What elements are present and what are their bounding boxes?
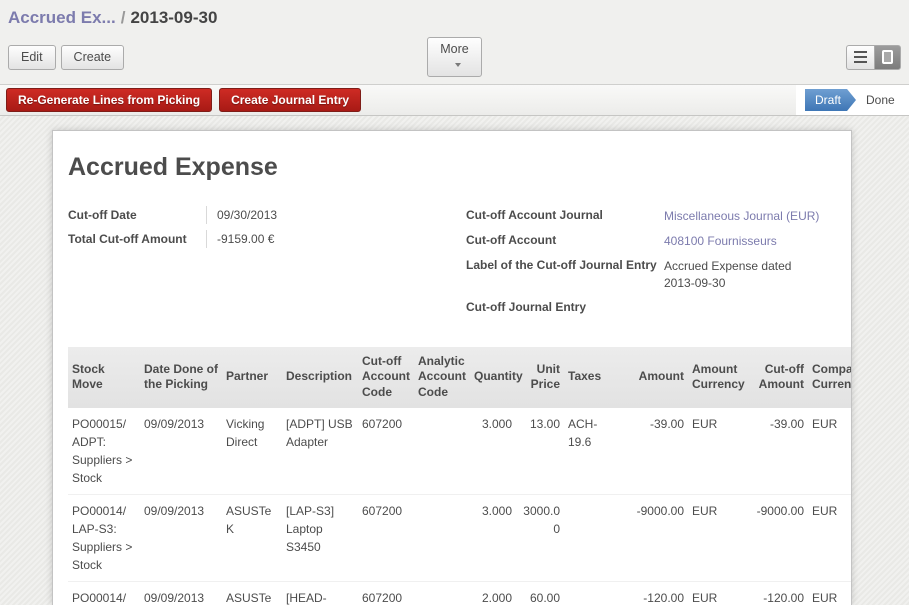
cell-date-done[interactable]: 09/09/2013: [140, 408, 222, 495]
cell-analytic-account-code[interactable]: [414, 494, 470, 581]
cell-cutoff-account-code[interactable]: 607200: [358, 408, 414, 495]
cell-unit-price[interactable]: 13.00: [516, 408, 564, 495]
cell-partner[interactable]: ASUSTeK: [222, 494, 282, 581]
cell-amount-currency[interactable]: EUR: [688, 408, 746, 495]
cutoff-account-link[interactable]: 408100 Fournisseurs: [664, 231, 824, 249]
cell-amount-currency[interactable]: EUR: [688, 494, 746, 581]
status-draft[interactable]: Draft: [805, 89, 856, 111]
cell-partner[interactable]: Vicking Direct: [222, 408, 282, 495]
cell-amount[interactable]: -120.00: [620, 581, 688, 605]
column-header-taxes: Taxes: [564, 347, 620, 408]
field-group-left: Cut-off Date 09/30/2013 Total Cut-off Am…: [68, 206, 466, 323]
table-header-row: Stock Move Date Done of the Picking Part…: [68, 347, 852, 408]
column-header-cutoff-account-code: Cut-off Account Code: [358, 347, 414, 408]
column-header-stock-move: Stock Move: [68, 347, 140, 408]
journal-entry-label-label: Label of the Cut-off Journal Entry: [466, 256, 664, 290]
cell-taxes[interactable]: [564, 581, 620, 605]
table-row: PO00014/​LAP-S3: Suppliers > Stock 09/09…: [68, 494, 852, 581]
column-header-date-done: Date Done of the Picking: [140, 347, 222, 408]
journal-entry-label-value: Accrued Expense dated 2013-09-30: [664, 256, 824, 290]
toolbar: Edit Create More: [0, 32, 909, 84]
column-header-description: Description: [282, 347, 358, 408]
cutoff-date-value: 09/30/2013: [206, 206, 277, 224]
cell-company-currency[interactable]: EUR: [808, 581, 852, 605]
column-header-company-currency: Company Currency: [808, 347, 852, 408]
cell-description[interactable]: [LAP-S3] Laptop S3450: [282, 494, 358, 581]
form-view-icon: [882, 50, 893, 64]
cell-cutoff-amount[interactable]: -9000.00: [746, 494, 808, 581]
list-view-icon: [854, 51, 867, 63]
cell-amount[interactable]: -39.00: [620, 408, 688, 495]
cell-cutoff-amount[interactable]: -39.00: [746, 408, 808, 495]
create-journal-entry-button[interactable]: Create Journal Entry: [219, 88, 361, 112]
cell-amount-currency[interactable]: EUR: [688, 581, 746, 605]
cell-analytic-account-code[interactable]: [414, 408, 470, 495]
cell-quantity[interactable]: 3.000: [470, 408, 516, 495]
cell-unit-price[interactable]: 3000.00: [516, 494, 564, 581]
column-header-amount: Amount: [620, 347, 688, 408]
cell-taxes[interactable]: [564, 494, 620, 581]
cell-taxes[interactable]: ACH-19.6: [564, 408, 620, 495]
breadcrumb: Accrued Ex... /2013-09-30: [0, 0, 909, 32]
cell-quantity[interactable]: 2.000: [470, 581, 516, 605]
table-row: PO00015/​ADPT: Suppliers > Stock 09/09/2…: [68, 408, 852, 495]
form-sheet: Accrued Expense Cut-off Date 09/30/2013 …: [52, 130, 852, 605]
cell-unit-price[interactable]: 60.00: [516, 581, 564, 605]
total-cutoff-amount-label: Total Cut-off Amount: [68, 230, 206, 248]
form-view-button[interactable]: [874, 45, 901, 70]
cutoff-account-label: Cut-off Account: [466, 231, 664, 249]
cell-date-done[interactable]: 09/09/2013: [140, 581, 222, 605]
form-header-bar: Re-Generate Lines from Picking Create Jo…: [0, 84, 909, 116]
table-row: PO00014/​HEAD-USB: Suppliers > Stock 09/…: [68, 581, 852, 605]
more-button-label: More: [440, 42, 468, 56]
cell-date-done[interactable]: 09/09/2013: [140, 494, 222, 581]
column-header-quantity: Quantity: [470, 347, 516, 408]
field-group-right: Cut-off Account Journal Miscellaneous Jo…: [466, 206, 846, 323]
cell-cutoff-account-code[interactable]: 607200: [358, 494, 414, 581]
cell-partner[interactable]: ASUSTeK: [222, 581, 282, 605]
chevron-down-icon: [455, 63, 461, 67]
cutoff-journal-entry-label: Cut-off Journal Entry: [466, 298, 664, 316]
create-button[interactable]: Create: [61, 45, 125, 70]
toolbar-left: Edit Create: [8, 45, 427, 70]
column-header-cutoff-amount: Cut-off Amount: [746, 347, 808, 408]
cutoff-account-journal-link[interactable]: Miscellaneous Journal (EUR): [664, 206, 824, 224]
cell-description[interactable]: [ADPT] USB Adapter: [282, 408, 358, 495]
cutoff-account-journal-label: Cut-off Account Journal: [466, 206, 664, 224]
cell-stock-move[interactable]: PO00014/​HEAD-USB: Suppliers > Stock: [68, 581, 140, 605]
cell-stock-move[interactable]: PO00015/​ADPT: Suppliers > Stock: [68, 408, 140, 495]
breadcrumb-parent-link[interactable]: Accrued Ex...: [8, 8, 116, 27]
more-button[interactable]: More: [427, 37, 481, 77]
cutoff-date-label: Cut-off Date: [68, 206, 206, 224]
field-groups: Cut-off Date 09/30/2013 Total Cut-off Am…: [68, 206, 851, 323]
breadcrumb-separator: /: [121, 8, 126, 27]
column-header-analytic-account-code: Analytic Account Code: [414, 347, 470, 408]
toolbar-right: [482, 45, 901, 70]
toolbar-center: More: [427, 37, 481, 77]
cell-description[interactable]: [HEAD-USB] Headset USB: [282, 581, 358, 605]
cell-company-currency[interactable]: EUR: [808, 408, 852, 495]
cutoff-journal-entry-value: [664, 298, 824, 316]
view-switcher: [846, 45, 901, 70]
cell-cutoff-account-code[interactable]: 607200: [358, 581, 414, 605]
cell-analytic-account-code[interactable]: [414, 581, 470, 605]
column-header-amount-currency: Amount Currency: [688, 347, 746, 408]
regenerate-lines-button[interactable]: Re-Generate Lines from Picking: [6, 88, 212, 112]
cell-company-currency[interactable]: EUR: [808, 494, 852, 581]
cell-amount[interactable]: -9000.00: [620, 494, 688, 581]
cell-cutoff-amount[interactable]: -120.00: [746, 581, 808, 605]
status-done[interactable]: Done: [856, 89, 905, 111]
total-cutoff-amount-value: -9159.00 €: [206, 230, 274, 248]
cell-stock-move[interactable]: PO00014/​LAP-S3: Suppliers > Stock: [68, 494, 140, 581]
form-background: Accrued Expense Cut-off Date 09/30/2013 …: [0, 116, 909, 605]
breadcrumb-current: 2013-09-30: [130, 8, 217, 27]
column-header-partner: Partner: [222, 347, 282, 408]
edit-button[interactable]: Edit: [8, 45, 56, 70]
page-title: Accrued Expense: [68, 153, 836, 182]
cell-quantity[interactable]: 3.000: [470, 494, 516, 581]
statusbar-widget: Draft Done: [796, 85, 909, 115]
list-view-button[interactable]: [846, 45, 874, 70]
column-header-unit-price: Unit Price: [516, 347, 564, 408]
cutoff-lines-table: Stock Move Date Done of the Picking Part…: [68, 347, 852, 605]
